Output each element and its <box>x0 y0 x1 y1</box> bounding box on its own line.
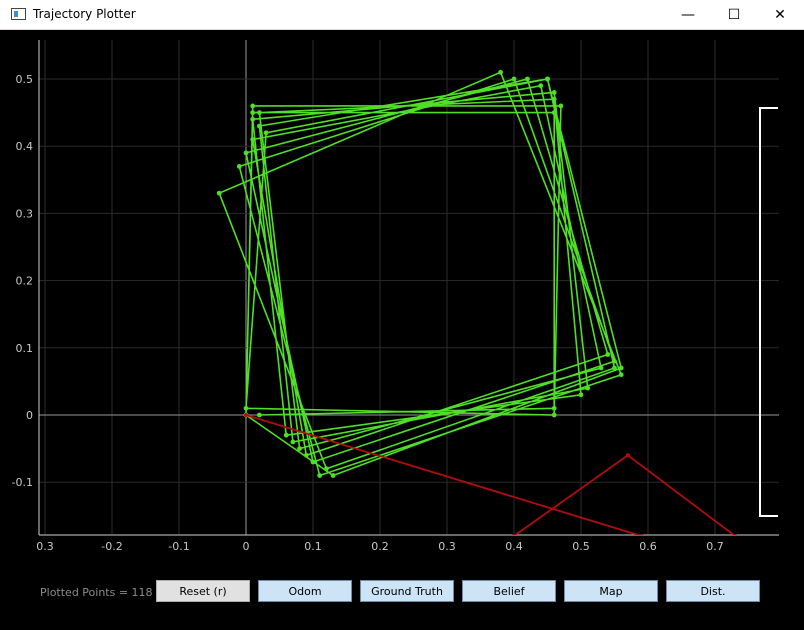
x-tick-label: 0.5 <box>572 540 590 553</box>
belief-button[interactable]: Belief <box>462 580 556 602</box>
trajectory-point <box>257 412 262 418</box>
trajectory-point <box>551 96 557 102</box>
y-tick-label: 0.2 <box>16 275 34 288</box>
trajectory-point <box>243 150 249 156</box>
trajectory-point <box>317 473 323 478</box>
y-tick-label: 0 <box>26 409 33 422</box>
minimize-button[interactable]: — <box>665 0 711 30</box>
trajectory-point <box>578 392 584 398</box>
reset-button[interactable]: Reset (r) <box>156 580 250 602</box>
trajectory-point <box>551 405 557 411</box>
trajectory-point <box>250 116 256 122</box>
trajectory-point <box>551 110 557 115</box>
odom-button[interactable]: Odom <box>258 580 352 602</box>
trajectory-point <box>330 473 336 478</box>
plotted-points-count: Plotted Points = 118 <box>40 586 153 599</box>
trajectory-point <box>612 365 617 371</box>
y-tick-label: 0.3 <box>16 207 34 220</box>
trajectory-point <box>551 412 557 418</box>
trajectory-point <box>551 90 557 95</box>
odom-point <box>512 534 516 535</box>
trajectory-point <box>263 130 269 136</box>
trajectory-point <box>250 103 256 109</box>
trajectory-point <box>257 123 262 129</box>
trajectory-point <box>612 358 617 364</box>
trajectory-point <box>525 76 530 82</box>
x-tick-label: 0.6 <box>639 540 657 553</box>
trajectory-point <box>257 110 262 115</box>
trajectory-point <box>290 439 296 445</box>
trajectory-point <box>250 137 256 142</box>
trajectory-point <box>236 164 242 169</box>
trajectory-point <box>538 83 544 89</box>
maximize-button[interactable]: ☐ <box>711 0 757 30</box>
trajectory-point <box>498 69 503 75</box>
trajectory-point <box>618 365 624 371</box>
trajectory-point <box>324 466 329 472</box>
y-tick-label: 0.5 <box>16 73 34 86</box>
y-tick-label: -0.1 <box>12 476 33 489</box>
trajectory-point <box>216 190 222 196</box>
ground-truth-button[interactable]: Ground Truth <box>360 580 454 602</box>
map-button[interactable]: Map <box>564 580 658 602</box>
odom-series-line <box>513 454 736 535</box>
x-tick-label: 0 <box>243 540 250 553</box>
title-bar: Trajectory Plotter — ☐ ✕ <box>0 0 804 30</box>
odom-point <box>244 413 248 417</box>
app-icon <box>11 8 26 20</box>
odom-point <box>733 534 737 535</box>
trajectory-point <box>303 452 309 458</box>
odom-point <box>639 534 644 535</box>
x-tick-label: -0.1 <box>168 540 189 553</box>
x-tick-label: 0.2 <box>371 540 389 553</box>
series-group <box>216 69 737 535</box>
trajectory-point <box>618 372 624 378</box>
x-tick-label: 0.4 <box>505 540 523 553</box>
trajectory-point <box>558 103 564 109</box>
x-tick-label: 0.3 <box>36 540 54 553</box>
trajectory-point <box>297 446 302 451</box>
y-tick-label: 0.4 <box>16 140 34 153</box>
trajectory-point <box>585 385 591 391</box>
trajectory-point <box>250 110 256 115</box>
trajectory-point <box>598 365 604 371</box>
close-button[interactable]: ✕ <box>757 0 803 30</box>
x-tick-label: -0.2 <box>101 540 122 553</box>
trajectory-point <box>511 76 517 82</box>
x-tick-label: 0.3 <box>438 540 456 553</box>
trajectory-point <box>283 432 289 438</box>
trajectory-plot[interactable]: 0.3 -0.2 -0.1 0 0.1 0.2 0.3 0.4 0.5 0.6 0.7 -0.1 0 0.… <box>0 30 804 570</box>
x-tick-label: 0.7 <box>706 540 724 553</box>
window-title: Trajectory Plotter <box>33 7 136 21</box>
dist-button[interactable]: Dist. <box>666 580 760 602</box>
y-tick-label: 0.1 <box>16 342 34 355</box>
trajectory-point <box>243 405 249 411</box>
odom-point <box>625 453 630 458</box>
trajectory-point <box>545 76 550 82</box>
odom-series-line <box>245 414 642 535</box>
trajectory-point <box>605 352 611 357</box>
x-tick-label: 0.1 <box>304 540 322 553</box>
scale-bracket <box>759 107 778 517</box>
trajectory-point <box>310 459 316 465</box>
